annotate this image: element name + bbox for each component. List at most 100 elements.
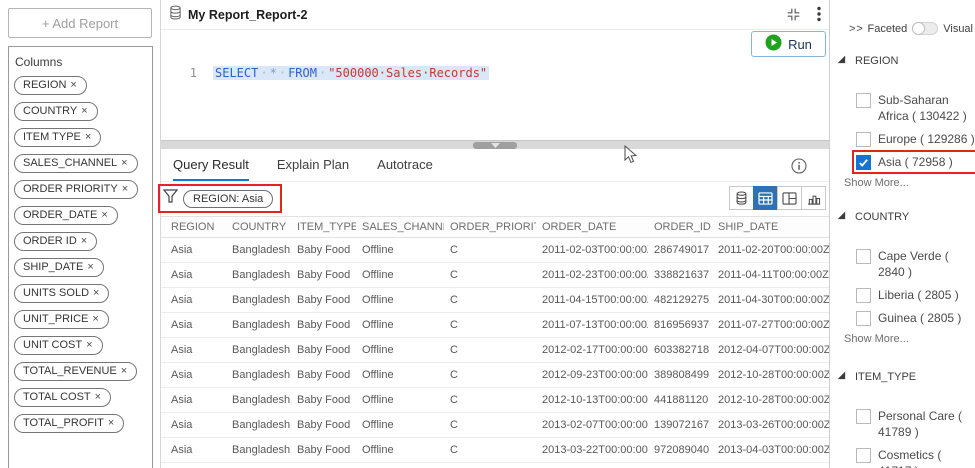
checkbox-unchecked-icon[interactable] (856, 288, 871, 303)
faceted-visual-toggle[interactable] (912, 22, 939, 35)
column-header[interactable]: ORDER_PRIORITY (444, 216, 536, 238)
table-row[interactable]: Asia Bangladesh Baby Food Offline C 2011-02-2… (161, 262, 829, 288)
remove-column-icon[interactable]: × (86, 339, 92, 351)
single-record-view-button[interactable] (729, 186, 754, 210)
remove-column-icon[interactable]: × (122, 183, 128, 195)
collapse-panel-icon[interactable] (786, 7, 801, 27)
facet-expand-icon[interactable] (836, 54, 846, 67)
facet-expand-icon[interactable] (836, 370, 846, 383)
tab-explain-plan[interactable]: Explain Plan (277, 149, 349, 181)
table-row[interactable]: Asia Bangladesh Baby Food Offline C 2012-02-1… (161, 337, 829, 363)
remove-column-icon[interactable]: × (95, 391, 101, 403)
column-header[interactable]: ORDER_DATE (536, 216, 648, 238)
column-pill-label: TOTAL COST (23, 391, 91, 403)
splitter-handle[interactable] (473, 142, 517, 149)
column-header[interactable]: SHIP_DATE (712, 216, 829, 238)
table-cell: Bangladesh (226, 237, 291, 263)
run-play-icon (765, 34, 782, 54)
column-pill[interactable]: UNIT_PRICE × (14, 310, 109, 329)
faceted-mode-label: Faceted (867, 22, 908, 35)
splitter-arrow-icon (490, 143, 500, 148)
table-row[interactable]: Asia Bangladesh Baby Food Offline C 2013-03-2… (161, 437, 829, 463)
column-pill[interactable]: TOTAL_REVENUE × (14, 362, 138, 381)
facet-section-header[interactable]: REGION (836, 54, 975, 67)
checkbox-checked-icon[interactable] (856, 155, 871, 170)
info-icon[interactable] (791, 158, 807, 179)
column-pill-label: ORDER_DATE (23, 209, 98, 221)
column-pill[interactable]: ORDER_DATE × (14, 206, 118, 225)
table-cell: C (444, 237, 536, 263)
column-pill[interactable]: COUNTRY × (14, 102, 98, 121)
remove-column-icon[interactable]: × (87, 261, 93, 273)
column-pill[interactable]: TOTAL COST × (14, 388, 112, 407)
table-cell: 2012-10-28T00:00:00Z (712, 387, 829, 413)
remove-column-icon[interactable]: × (121, 365, 127, 377)
checkbox-unchecked-icon[interactable] (856, 249, 871, 264)
column-pill[interactable]: SALES_CHANNEL × (14, 154, 138, 173)
remove-column-icon[interactable]: × (92, 313, 98, 325)
column-header[interactable]: SALES_CHANNEL (356, 216, 444, 238)
column-header[interactable]: REGION (161, 216, 226, 238)
column-pill[interactable]: UNITS SOLD × (14, 284, 110, 303)
facet-expand-icon[interactable] (836, 210, 846, 223)
tab-autotrace[interactable]: Autotrace (377, 149, 433, 181)
facet-item[interactable]: Asia ( 72958 ) (852, 150, 975, 174)
column-pill[interactable]: ITEM TYPE × (14, 128, 102, 147)
filter-chip[interactable]: REGION: Asia (183, 189, 274, 208)
facet-item[interactable]: Sub-Saharan Africa ( 130422 ) (856, 92, 975, 124)
table-row[interactable]: Asia Bangladesh Baby Food Offline C 2012-10-1… (161, 387, 829, 413)
facet-item[interactable]: Guinea ( 2805 ) (856, 310, 975, 326)
table-row[interactable]: Asia Bangladesh Baby Food Offline C 2012-09-2… (161, 362, 829, 388)
remove-column-icon[interactable]: × (121, 157, 127, 169)
remove-column-icon[interactable]: × (81, 105, 87, 117)
column-pill[interactable]: ORDER ID × (14, 232, 98, 251)
remove-column-icon[interactable]: × (101, 209, 107, 221)
editor-results-splitter[interactable] (161, 140, 829, 149)
remove-column-icon[interactable]: × (70, 79, 76, 91)
chart-view-button[interactable] (801, 186, 826, 210)
run-button[interactable]: Run (751, 31, 826, 57)
column-pill[interactable]: SHIP_DATE × (14, 258, 104, 277)
sql-editor[interactable]: 1 SELECT · * · FROM · "500000·Sales·Records" (161, 58, 829, 140)
facet-section-header[interactable]: COUNTRY (836, 210, 975, 223)
checkbox-unchecked-icon[interactable] (856, 311, 871, 326)
show-more-link[interactable]: Show More... (844, 177, 975, 189)
kebab-menu-icon[interactable] (817, 6, 821, 27)
remove-column-icon[interactable]: × (85, 131, 91, 143)
collapse-facets-icon[interactable]: >> (849, 23, 864, 35)
facet-item[interactable]: Cape Verde ( 2840 ) (856, 248, 975, 280)
facet-section: REGION Sub-Saharan Africa ( 130422 ) Europ… (831, 54, 975, 189)
column-header[interactable]: ORDER_ID (648, 216, 712, 238)
column-pill[interactable]: UNIT COST × (14, 336, 103, 355)
column-pill[interactable]: REGION × (14, 76, 87, 95)
table-row[interactable]: Asia Bangladesh Baby Food Offline C 2011-04-1… (161, 287, 829, 313)
facet-item[interactable]: Cosmetics ( 41717 ) (856, 447, 975, 468)
split-view-button[interactable] (777, 186, 802, 210)
app-window: + Add Report Columns REGION × COUNTRY × ITEM… (0, 0, 975, 468)
column-header[interactable]: ITEM_TYPE (291, 216, 356, 238)
checkbox-unchecked-icon[interactable] (856, 448, 871, 463)
facet-item[interactable]: Liberia ( 2805 ) (856, 287, 975, 303)
table-row[interactable]: Asia Bangladesh Baby Food Offline C 2013-02-0… (161, 412, 829, 438)
add-report-button[interactable]: + Add Report (8, 8, 152, 38)
checkbox-unchecked-icon[interactable] (856, 409, 871, 424)
remove-column-icon[interactable]: × (81, 235, 87, 247)
column-header[interactable]: COUNTRY (226, 216, 291, 238)
column-pill[interactable]: TOTAL_PROFIT × (14, 414, 125, 433)
table-cell: Baby Food (291, 412, 356, 438)
column-pill-label: SHIP_DATE (23, 261, 84, 273)
checkbox-unchecked-icon[interactable] (856, 132, 871, 147)
table-cell: 2012-04-07T00:00:00Z (712, 337, 829, 363)
table-row[interactable]: Asia Bangladesh Baby Food Offline C 2011-07-1… (161, 312, 829, 338)
facet-item[interactable]: Personal Care ( 41789 ) (856, 408, 975, 440)
tab-query-result[interactable]: Query Result (173, 149, 249, 181)
facet-item[interactable]: Europe ( 129286 ) (856, 131, 975, 147)
remove-column-icon[interactable]: × (108, 417, 114, 429)
column-pill[interactable]: ORDER PRIORITY × (14, 180, 139, 199)
show-more-link[interactable]: Show More... (844, 333, 975, 345)
checkbox-unchecked-icon[interactable] (856, 93, 871, 108)
remove-column-icon[interactable]: × (93, 287, 99, 299)
table-row[interactable]: Asia Bangladesh Baby Food Offline C 2011-02-0… (161, 237, 829, 263)
grid-view-button[interactable] (753, 186, 778, 210)
facet-section-header[interactable]: ITEM_TYPE (836, 370, 975, 383)
